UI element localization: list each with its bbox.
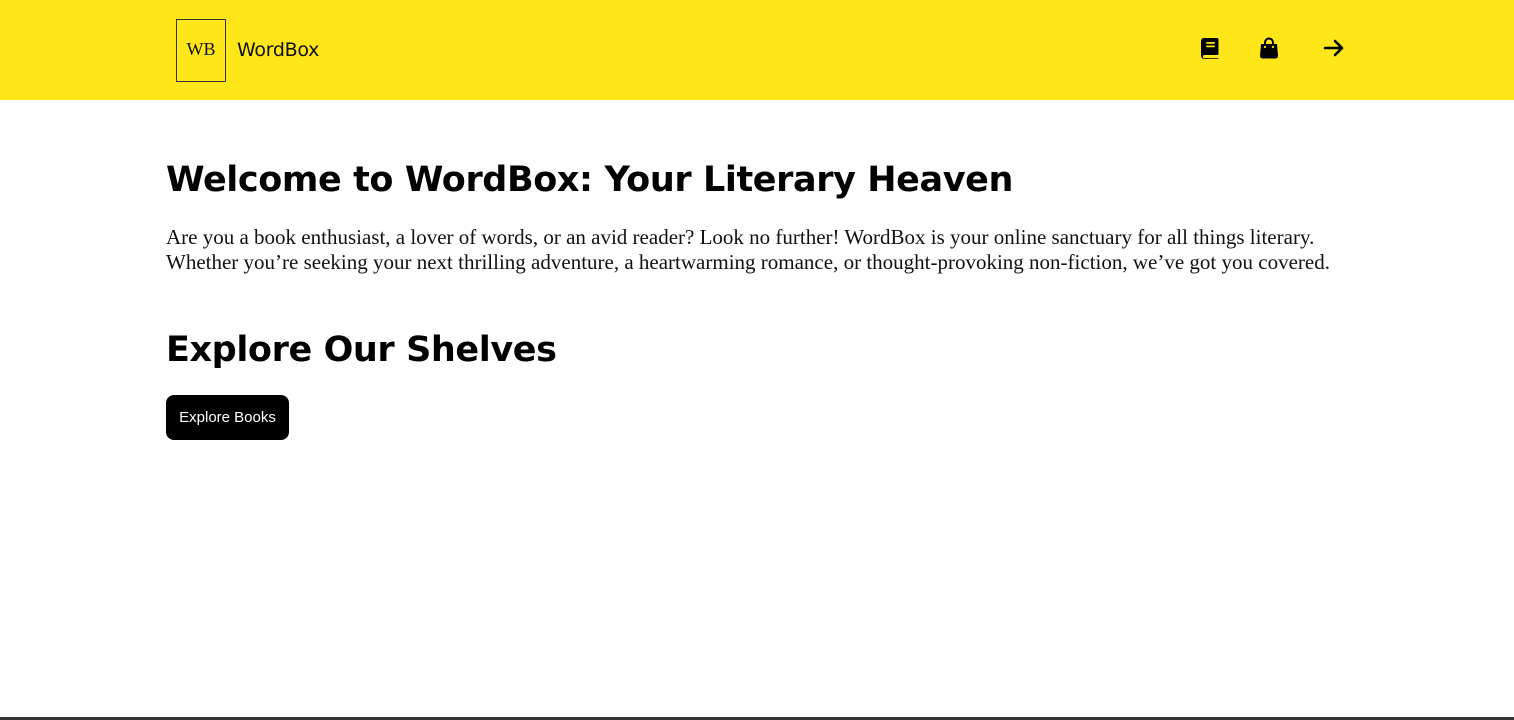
page-title: Welcome to WordBox: Your Literary Heaven — [166, 160, 1014, 200]
arrow-right-icon[interactable] — [1321, 35, 1347, 61]
logo-text[interactable]: WordBox — [237, 38, 319, 62]
shopping-bag-icon[interactable] — [1256, 35, 1282, 61]
explore-books-button[interactable]: Explore Books — [166, 395, 289, 440]
section-title: Explore Our Shelves — [166, 330, 557, 370]
book-icon[interactable] — [1197, 35, 1223, 61]
intro-paragraph: Are you a book enthusiast, a lover of wo… — [166, 225, 1330, 274]
logo-mark[interactable]: WB — [176, 19, 226, 82]
top-navbar: WB WordBox — [0, 0, 1514, 100]
